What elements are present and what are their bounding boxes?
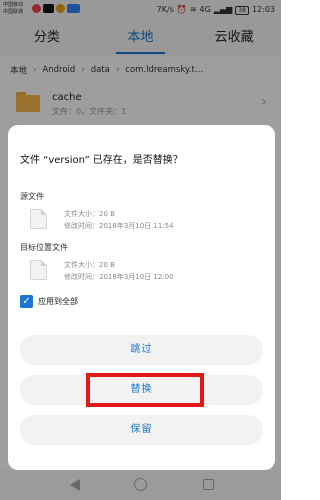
apply-to-all-toggle[interactable]: ✓ 应用到全部	[20, 294, 78, 308]
keep-button[interactable]: 保留	[20, 415, 263, 445]
target-file-label: 目标位置文件	[20, 243, 68, 252]
replace-button-highlight	[86, 373, 204, 407]
checkbox-checked-icon[interactable]: ✓	[20, 294, 33, 308]
source-file-modified: 修改时间：2018年3月10日 11:54	[64, 222, 174, 230]
skip-button[interactable]: 跳过	[20, 335, 263, 365]
file-icon	[30, 209, 47, 229]
target-file-size: 文件大小：20 B	[64, 261, 115, 269]
dialog-title: 文件 “version” 已存在，是否替换？	[20, 155, 183, 166]
replace-file-dialog: 文件 “version” 已存在，是否替换？ 源文件 文件大小：20 B 修改时…	[8, 125, 275, 470]
target-file-modified: 修改时间：2018年3月10日 12:00	[64, 273, 174, 281]
file-icon	[30, 260, 47, 280]
source-file-label: 源文件	[20, 192, 44, 201]
source-file-size: 文件大小：20 B	[64, 210, 115, 218]
apply-to-all-label: 应用到全部	[38, 296, 78, 306]
